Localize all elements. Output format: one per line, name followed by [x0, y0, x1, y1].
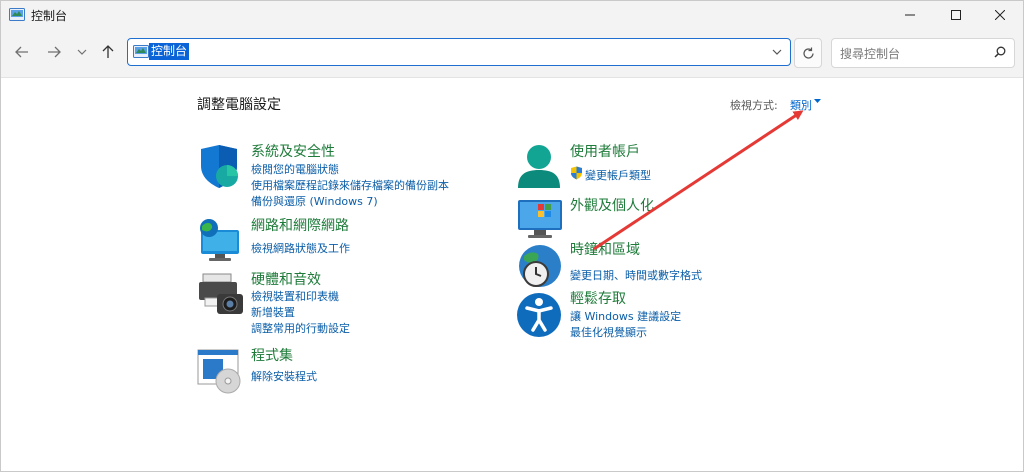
security-shield-icon[interactable] — [197, 144, 245, 192]
link-devices-printers[interactable]: 檢視裝置和印表機 — [251, 288, 339, 304]
clock-globe-icon[interactable] — [516, 242, 564, 290]
maximize-icon — [951, 10, 961, 20]
control-panel-icon — [9, 8, 25, 21]
category-title[interactable]: 系統及安全性 — [251, 141, 335, 161]
link-review-status[interactable]: 檢閱您的電腦狀態 — [251, 161, 339, 177]
link-add-device[interactable]: 新增裝置 — [251, 304, 295, 320]
link-network-status[interactable]: 檢視網路狀態及工作 — [251, 240, 350, 256]
link-uninstall-program[interactable]: 解除安裝程式 — [251, 368, 317, 384]
search-box[interactable]: 搜尋控制台 — [831, 38, 1015, 68]
refresh-icon — [802, 47, 814, 59]
chevron-down-icon — [772, 49, 782, 55]
up-button[interactable] — [97, 41, 119, 63]
view-by-dropdown[interactable]: 類別 — [790, 97, 812, 113]
category-title[interactable]: 輕鬆存取 — [570, 288, 626, 308]
link-windows-suggest-settings[interactable]: 讓 Windows 建議設定 — [570, 308, 681, 324]
category-title[interactable]: 使用者帳戶 — [570, 141, 640, 161]
navigation-toolbar: 控制台 搜尋控制台 — [1, 29, 1023, 78]
page-title: 調整電腦設定 — [197, 97, 281, 113]
category-title[interactable]: 時鐘和區域 — [570, 239, 640, 259]
personalization-monitor-icon[interactable] — [516, 198, 564, 246]
refresh-button[interactable] — [794, 38, 822, 68]
dropdown-triangle-icon[interactable] — [814, 99, 821, 104]
search-icon[interactable] — [994, 46, 1006, 58]
title-bar: 控制台 — [1, 1, 1023, 29]
search-placeholder[interactable]: 搜尋控制台 — [840, 45, 900, 62]
link-optimize-visual-display[interactable]: 最佳化視覺顯示 — [570, 324, 647, 340]
category-title[interactable]: 程式集 — [251, 345, 293, 365]
link-mobility-settings[interactable]: 調整常用的行動設定 — [251, 320, 350, 336]
network-globe-icon[interactable] — [197, 218, 245, 266]
minimize-icon — [905, 14, 915, 16]
view-by-label: 檢視方式: — [730, 99, 778, 112]
close-icon — [995, 10, 1005, 20]
link-change-account-type[interactable]: 變更帳戶類型 — [585, 167, 651, 183]
link-backup-restore[interactable]: 備份與還原 (Windows 7) — [251, 193, 378, 209]
recent-locations-button[interactable] — [71, 41, 93, 63]
back-arrow-icon — [15, 46, 28, 58]
category-title[interactable]: 硬體和音效 — [251, 269, 321, 289]
forward-arrow-icon — [48, 46, 61, 58]
maximize-button[interactable] — [933, 1, 979, 29]
control-panel-window: 控制台 控制台 搜尋控制台 調整電腦設定 檢視方式: 類別 系統及安全性 檢閱您… — [0, 0, 1024, 472]
minimize-button[interactable] — [887, 1, 933, 29]
accessibility-icon[interactable] — [516, 291, 564, 339]
address-text[interactable]: 控制台 — [149, 43, 190, 60]
back-button[interactable] — [11, 41, 33, 63]
uac-shield-icon — [571, 166, 582, 180]
category-title[interactable]: 外觀及個人化 — [570, 195, 654, 215]
up-arrow-icon — [102, 45, 114, 58]
chevron-down-icon — [77, 49, 87, 55]
address-bar[interactable]: 控制台 — [127, 38, 791, 66]
annotation-arrow — [593, 110, 804, 251]
category-title[interactable]: 網路和網際網路 — [251, 215, 349, 235]
content-area: 調整電腦設定 檢視方式: 類別 系統及安全性 檢閱您的電腦狀態 使用檔案歷程記錄… — [1, 78, 1023, 471]
forward-button[interactable] — [43, 41, 65, 63]
address-history-button[interactable] — [772, 44, 782, 58]
link-file-history[interactable]: 使用檔案歷程記錄來儲存檔案的備份副本 — [251, 177, 449, 193]
printer-camera-icon[interactable] — [197, 272, 245, 320]
user-account-icon[interactable] — [516, 144, 564, 192]
programs-icon[interactable] — [197, 348, 245, 396]
link-date-time-format[interactable]: 變更日期、時間或數字格式 — [570, 267, 702, 283]
close-button[interactable] — [977, 1, 1023, 29]
control-panel-icon — [133, 45, 149, 58]
window-title: 控制台 — [31, 9, 68, 23]
